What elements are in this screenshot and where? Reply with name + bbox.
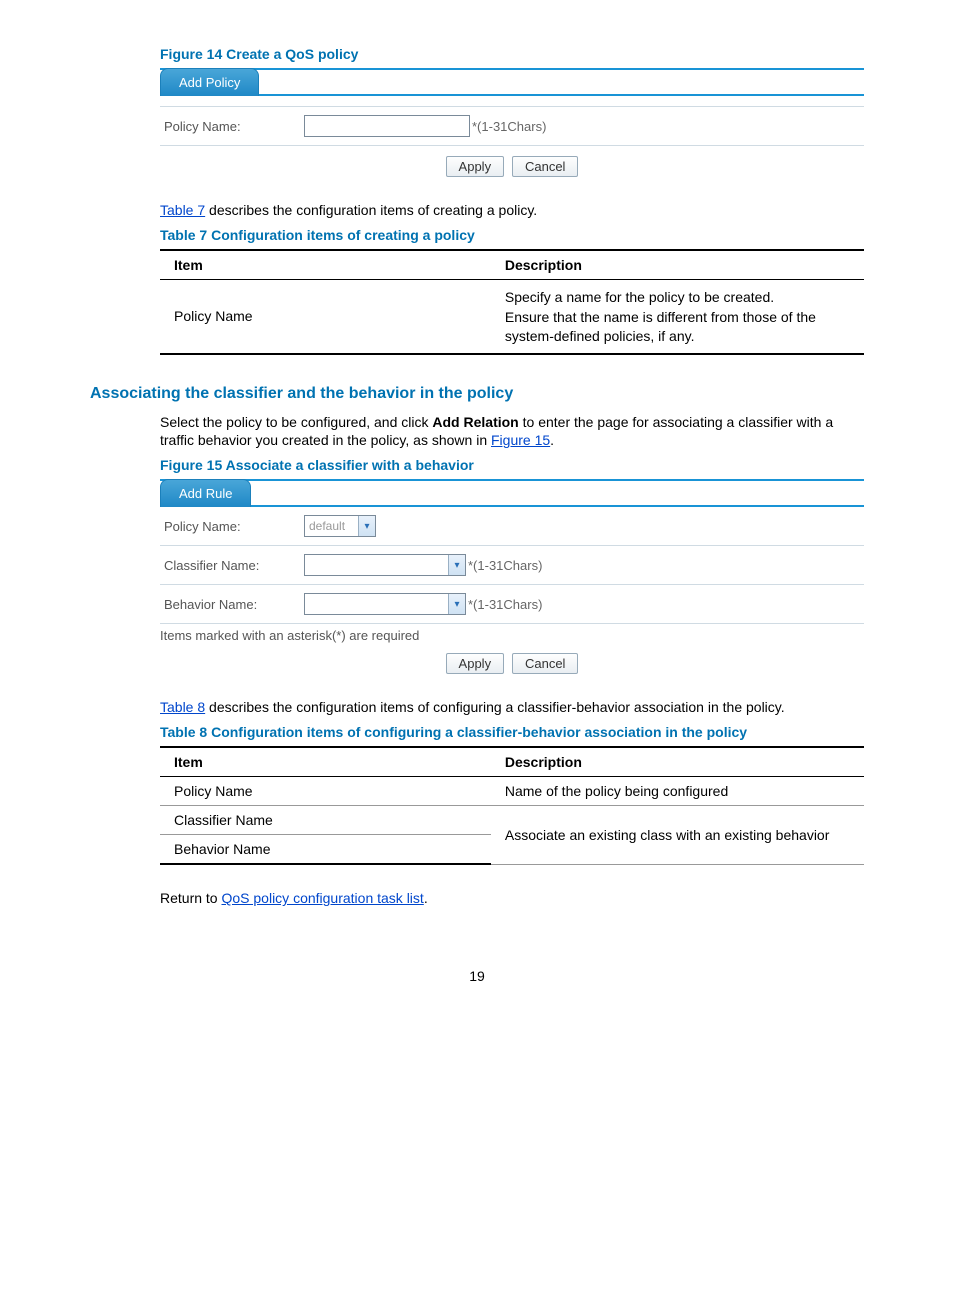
figure-15-caption: Figure 15 Associate a classifier with a … [160,457,864,473]
para-add-relation: Select the policy to be configured, and … [160,413,864,449]
th-desc: Description [491,250,864,280]
para2-post: . [550,432,554,448]
policy-name-label: Policy Name: [164,119,304,134]
chevron-down-icon: ▾ [448,555,465,575]
apply-button[interactable]: Apply [446,156,505,177]
link-figure-15[interactable]: Figure 15 [491,432,550,448]
behavior-name-label: Behavior Name: [164,597,304,612]
policy-name-value: default [305,519,358,533]
return-pre: Return to [160,890,221,906]
link-table-7[interactable]: Table 7 [160,202,205,218]
figure-14-caption: Figure 14 Create a QoS policy [160,46,864,62]
th-item-2: Item [160,747,491,777]
table-7-caption: Table 7 Configuration items of creating … [160,227,864,243]
para2-pre: Select the policy to be configured, and … [160,414,432,430]
table-8-caption: Table 8 Configuration items of configuri… [160,724,864,740]
para1-text: describes the configuration items of cre… [205,202,537,218]
policy-name-select[interactable]: default ▾ [304,515,376,537]
cell-desc: Specify a name for the policy to be crea… [491,280,864,354]
para3-text: describes the configuration items of con… [205,699,784,715]
cell-desc: Associate an existing class with an exis… [491,806,864,865]
heading-associating: Associating the classifier and the behav… [90,385,864,403]
page-number: 19 [90,968,864,984]
cell-item: Behavior Name [160,835,491,865]
th-desc-2: Description [491,747,864,777]
desc-line-2: Ensure that the name is different from t… [505,308,850,344]
cell-desc: Name of the policy being configured [491,777,864,806]
figure-14-form: Add Policy Policy Name: *(1-31Chars) App… [160,68,864,181]
return-post: . [424,890,428,906]
policy-name-input[interactable] [304,115,470,137]
table-8: Item Description Policy Name Name of the… [160,746,864,865]
cancel-button[interactable]: Cancel [512,156,578,177]
th-item: Item [160,250,491,280]
chevron-down-icon: ▾ [358,516,375,536]
tab-strip-2 [251,505,864,507]
table-row: Policy Name Name of the policy being con… [160,777,864,806]
tab-add-policy[interactable]: Add Policy [160,68,259,96]
cancel-button-2[interactable]: Cancel [512,653,578,674]
policy-name-hint: *(1-31Chars) [472,119,546,134]
tab-add-rule[interactable]: Add Rule [160,479,251,507]
cell-item: Policy Name [160,280,491,354]
chevron-down-icon: ▾ [448,594,465,614]
table-row: Policy Name Specify a name for the polic… [160,280,864,354]
return-para: Return to QoS policy configuration task … [160,889,864,907]
apply-button-2[interactable]: Apply [446,653,505,674]
cell-item: Policy Name [160,777,491,806]
tab-strip [259,94,864,96]
classifier-name-select[interactable]: ▾ [304,554,466,576]
bold-add-relation: Add Relation [432,414,518,430]
table-row: Classifier Name Associate an existing cl… [160,806,864,835]
link-task-list[interactable]: QoS policy configuration task list [221,890,423,906]
required-note: Items marked with an asterisk(*) are req… [160,624,864,643]
table-7: Item Description Policy Name Specify a n… [160,249,864,355]
desc-line-1: Specify a name for the policy to be crea… [505,288,850,306]
figure-15-form: Add Rule Policy Name: default ▾ Classifi… [160,479,864,678]
classifier-hint: *(1-31Chars) [468,558,542,573]
policy-name-label-2: Policy Name: [164,519,304,534]
cell-item: Classifier Name [160,806,491,835]
behavior-name-select[interactable]: ▾ [304,593,466,615]
classifier-name-label: Classifier Name: [164,558,304,573]
para-table8-ref: Table 8 describes the configuration item… [160,698,864,716]
link-table-8[interactable]: Table 8 [160,699,205,715]
behavior-hint: *(1-31Chars) [468,597,542,612]
para-table7-ref: Table 7 describes the configuration item… [160,201,864,219]
